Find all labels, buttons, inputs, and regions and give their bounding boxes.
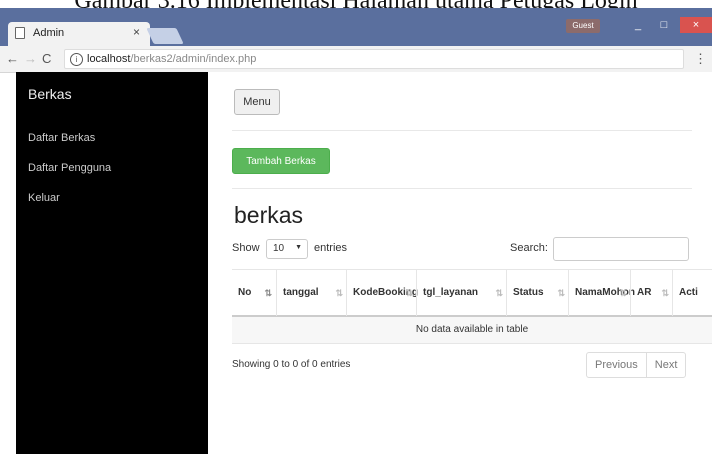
back-icon[interactable]: ← bbox=[6, 51, 19, 66]
column-header-label: AR bbox=[637, 287, 652, 298]
info-icon[interactable]: i bbox=[70, 53, 83, 66]
column-header-label: Acti bbox=[679, 287, 698, 298]
divider bbox=[232, 130, 692, 131]
entries-label: entries bbox=[314, 242, 348, 254]
url-text: localhost/berkas2/admin/index.php bbox=[87, 53, 256, 65]
column-header-kode-booking[interactable]: Kode Booking ⇅ bbox=[346, 270, 418, 316]
sort-asc-icon: ⇅ bbox=[264, 288, 272, 298]
sidebar-item-keluar[interactable]: Keluar bbox=[28, 192, 60, 204]
next-button[interactable]: Next bbox=[645, 353, 686, 377]
column-header-tgl-layanan[interactable]: tgl_layanan ⇅ bbox=[416, 270, 507, 316]
show-label: Show bbox=[232, 242, 260, 254]
minimize-icon[interactable]: _ bbox=[626, 17, 650, 33]
sort-icon: ⇅ bbox=[661, 288, 669, 298]
tab-title: Admin bbox=[33, 27, 65, 39]
url-host: localhost bbox=[87, 53, 131, 65]
sidebar-brand[interactable]: Berkas bbox=[28, 86, 72, 102]
sidebar: Berkas Daftar Berkas Daftar Pengguna Kel… bbox=[16, 72, 208, 454]
reload-icon[interactable]: C bbox=[42, 51, 51, 66]
menu-button[interactable]: Menu bbox=[234, 89, 280, 115]
divider bbox=[232, 188, 692, 189]
column-header-nama-mohon[interactable]: Nama Mohon ⇅ bbox=[568, 270, 635, 316]
browser-menu-icon[interactable]: ⋮ bbox=[694, 51, 707, 67]
column-header-ar[interactable]: AR ⇅ bbox=[630, 270, 673, 316]
pagination: Previous Next bbox=[586, 352, 687, 378]
search-input[interactable] bbox=[553, 237, 689, 261]
add-berkas-button[interactable]: Tambah Berkas bbox=[232, 148, 330, 174]
address-bar[interactable]: i localhost/berkas2/admin/index.php bbox=[64, 49, 684, 69]
window-close-icon[interactable]: × bbox=[680, 17, 712, 33]
guest-badge[interactable]: Guest bbox=[566, 19, 600, 33]
search-label: Search: bbox=[510, 242, 548, 254]
main-content: Menu Tambah Berkas berkas Show 10 ▼ entr… bbox=[208, 72, 712, 454]
column-header-label: tanggal bbox=[283, 287, 319, 298]
column-header-label: tgl_layanan bbox=[423, 287, 479, 298]
column-header-action[interactable]: Acti bbox=[672, 270, 712, 316]
browser-titlebar: Admin × Guest _ □ × bbox=[0, 8, 712, 46]
column-header-status[interactable]: Status ⇅ bbox=[506, 270, 569, 316]
entries-value: 10 bbox=[273, 243, 285, 254]
sort-icon: ⇅ bbox=[495, 288, 503, 298]
sidebar-item-daftar-pengguna[interactable]: Daftar Pengguna bbox=[28, 162, 111, 174]
empty-table-message: No data available in table bbox=[232, 317, 712, 344]
previous-button[interactable]: Previous bbox=[587, 353, 646, 377]
column-header-label: No bbox=[238, 287, 252, 298]
maximize-icon[interactable]: □ bbox=[652, 17, 676, 33]
chevron-down-icon: ▼ bbox=[295, 244, 302, 251]
entries-select[interactable]: 10 ▼ bbox=[266, 239, 308, 259]
sort-icon: ⇅ bbox=[557, 288, 565, 298]
column-header-tanggal[interactable]: tanggal ⇅ bbox=[276, 270, 347, 316]
column-header-label: Status bbox=[513, 287, 544, 298]
sort-icon: ⇅ bbox=[619, 288, 627, 298]
page-icon bbox=[15, 27, 25, 39]
address-toolbar: ← → C i localhost/berkas2/admin/index.ph… bbox=[0, 46, 712, 73]
sidebar-item-daftar-berkas[interactable]: Daftar Berkas bbox=[28, 132, 95, 144]
url-path: /berkas2/admin/index.php bbox=[130, 53, 257, 65]
page-title: berkas bbox=[234, 202, 304, 228]
new-tab-button[interactable] bbox=[146, 28, 184, 44]
table-info: Showing 0 to 0 of 0 entries bbox=[232, 359, 351, 370]
forward-icon[interactable]: → bbox=[24, 51, 37, 66]
column-header-no[interactable]: No ⇅ bbox=[232, 270, 276, 316]
browser-tab[interactable]: Admin × bbox=[8, 22, 150, 46]
table-header: No ⇅ tanggal ⇅ Kode Booking ⇅ tgl_layanan… bbox=[232, 269, 712, 317]
sort-icon: ⇅ bbox=[335, 288, 343, 298]
sort-icon: ⇅ bbox=[405, 288, 413, 298]
tab-close-icon[interactable]: × bbox=[133, 25, 140, 39]
